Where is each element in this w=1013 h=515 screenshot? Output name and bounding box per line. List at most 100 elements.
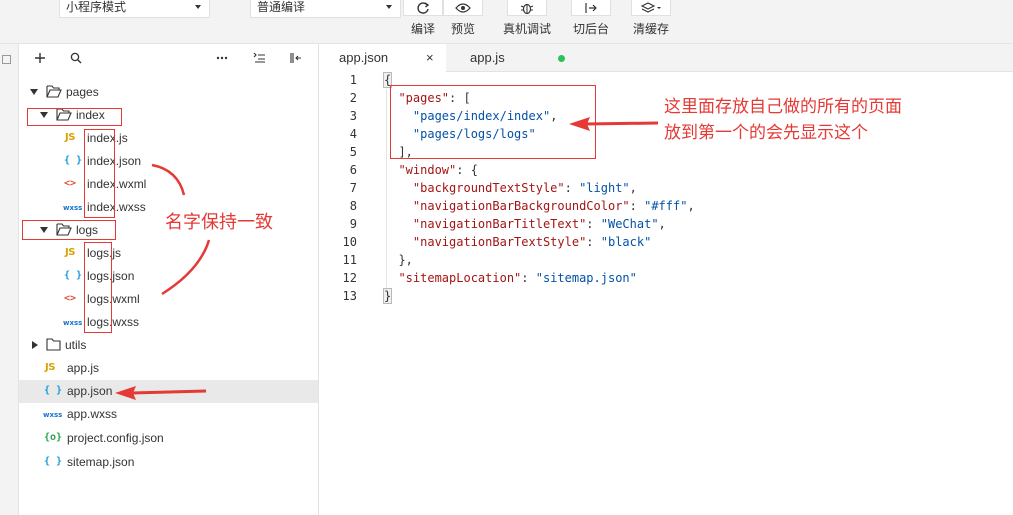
eye-icon [443, 0, 483, 16]
js-file-icon: JS [65, 132, 75, 143]
tree-label: app.js [67, 361, 100, 375]
tree-file-sitemap[interactable]: { } sitemap.json [19, 451, 318, 474]
panel-icon[interactable] [2, 55, 11, 64]
line-number: 12 [342, 271, 357, 285]
collapse-list-icon[interactable] [251, 50, 269, 66]
chevron-down-icon [386, 5, 392, 9]
editor-tabs: app.json × app.js [320, 44, 1013, 73]
json-string: "black" [600, 235, 652, 249]
background-button[interactable]: 切后台 [570, 0, 612, 37]
json-key: "navigationBarTextStyle" [412, 235, 587, 249]
tree-label: project.config.json [67, 431, 164, 445]
bug-icon [507, 0, 547, 16]
clear-cache-label: 清缓存 [632, 22, 669, 36]
tab-app-json[interactable]: app.json × [320, 44, 446, 73]
tree-folder-pages[interactable]: pages [19, 81, 318, 104]
line-number: 10 [342, 235, 357, 249]
json-key: "window" [398, 163, 457, 177]
more-icon[interactable] [213, 50, 231, 66]
tab-label: app.json [339, 50, 389, 65]
wxss-file-icon: wxss [63, 319, 83, 327]
json-string: "#fff" [644, 199, 688, 213]
tree-file-logs-js[interactable]: JS logs.js [19, 242, 318, 265]
tree-label: sitemap.json [67, 455, 135, 469]
tree-file-index-wxml[interactable]: <> index.wxml [19, 173, 318, 196]
tree-label: pages [66, 85, 99, 99]
js-file-icon: JS [65, 247, 75, 258]
chevron-down-icon [195, 5, 201, 9]
line-number: 6 [349, 163, 357, 177]
folder-open-icon [46, 85, 62, 101]
mode-select[interactable]: 小程序模式 [59, 0, 210, 18]
clear-cache-button[interactable]: 清缓存 [630, 0, 672, 37]
tree-file-app-js[interactable]: JS app.js [19, 357, 318, 380]
tree-file-project-config[interactable]: {o} project.config.json [19, 427, 318, 450]
refresh-icon [403, 0, 443, 16]
preview-button[interactable]: 预览 [443, 0, 483, 37]
wxss-file-icon: wxss [63, 204, 83, 212]
annotation-pages-note-line1: 这里面存放自己做的所有的页面 [664, 97, 902, 117]
json-string: "sitemap.json" [535, 271, 637, 285]
annotation-name-note: 名字保持一致 [165, 212, 273, 233]
highlight-box-logs-files [84, 242, 112, 333]
code-line: } [382, 288, 393, 304]
code-line: }, [384, 253, 413, 267]
json-string: "light" [579, 181, 630, 195]
json-file-icon: { } [64, 155, 83, 166]
tab-app-js[interactable]: app.js [447, 44, 573, 72]
preview-label: 预览 [450, 22, 475, 36]
brace-close: } [382, 288, 393, 304]
close-icon[interactable]: × [426, 44, 434, 72]
json-key: "navigationBarTitleText" [412, 217, 587, 231]
json-file-icon: { } [44, 456, 63, 467]
json-file-icon: { } [44, 385, 63, 396]
line-number: 9 [349, 217, 357, 231]
tree-file-logs-wxss[interactable]: wxss logs.wxss [19, 311, 318, 334]
line-number: 2 [349, 91, 357, 105]
tree-file-index-js[interactable]: JS index.js [19, 127, 318, 150]
chevron-down-icon [30, 89, 38, 95]
code-line: "navigationBarBackgroundColor": "#fff", [412, 199, 695, 213]
tree-file-index-json[interactable]: { } index.json [19, 150, 318, 173]
wxss-file-icon: wxss [43, 411, 63, 419]
line-number: 5 [349, 145, 357, 159]
json-key: "navigationBarBackgroundColor" [412, 199, 630, 213]
background-label: 切后台 [572, 22, 609, 36]
highlight-box-index-files [84, 129, 115, 218]
code-line: "sitemapLocation": "sitemap.json" [398, 271, 637, 285]
js-file-icon: JS [45, 362, 55, 373]
code-line: "navigationBarTitleText": "WeChat", [412, 217, 666, 231]
line-number: 3 [349, 109, 357, 123]
tree-folder-utils[interactable]: utils [19, 334, 318, 357]
compile-label: 编译 [410, 22, 435, 36]
wxml-file-icon: <> [64, 178, 77, 189]
remote-debug-button[interactable]: 真机调试 [500, 0, 554, 37]
top-toolbar: 小程序模式 普通编译 编译 预览 真机调试 切后台 清缓存 [0, 0, 1013, 44]
json-string: "WeChat" [600, 217, 659, 231]
layers-icon [631, 0, 671, 16]
punct: }, [398, 253, 413, 267]
tree-file-logs-json[interactable]: { } logs.json [19, 265, 318, 288]
chevron-right-icon [32, 341, 38, 349]
compile-button[interactable]: 编译 [403, 0, 443, 37]
add-icon[interactable] [31, 50, 49, 66]
compile-select[interactable]: 普通编译 [250, 0, 401, 18]
line-number: 11 [342, 253, 357, 267]
code-line: "backgroundTextStyle": "light", [412, 181, 637, 195]
annotation-pages-note-line2: 放到第一个的会先显示这个 [664, 123, 868, 143]
search-icon[interactable] [67, 50, 85, 66]
json-key: "sitemapLocation" [398, 271, 522, 285]
split-view-icon[interactable] [287, 50, 305, 66]
tree-file-app-wxss[interactable]: wxss app.wxss [19, 403, 318, 426]
explorer-header [19, 44, 319, 72]
activity-bar [0, 44, 19, 515]
line-number: 8 [349, 199, 357, 213]
folder-icon [46, 338, 61, 354]
json-key: "backgroundTextStyle" [412, 181, 565, 195]
tree-file-logs-wxml[interactable]: <> logs.wxml [19, 288, 318, 311]
punct: : { [456, 163, 478, 177]
line-number: 13 [342, 289, 357, 303]
tree-file-app-json[interactable]: { } app.json [19, 380, 318, 403]
tree-label: app.wxss [67, 407, 118, 421]
tab-label: app.js [470, 50, 505, 65]
